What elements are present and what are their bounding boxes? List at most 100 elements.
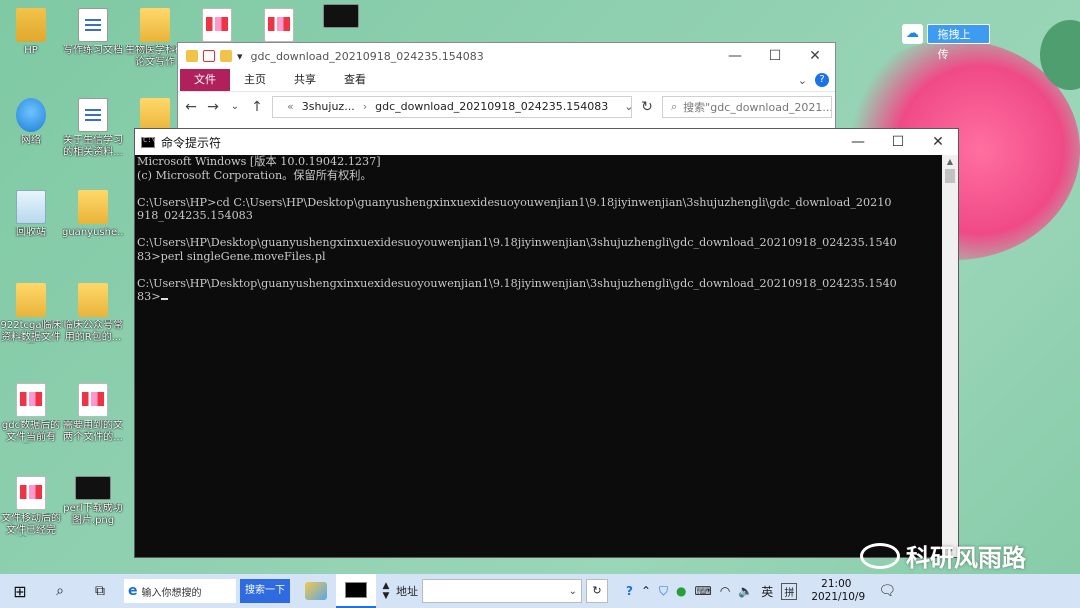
address-input[interactable]: ⌄ <box>422 579 582 603</box>
desktop-icon[interactable]: 922tcga临床资料数据文件夹 <box>0 283 62 344</box>
desktop-icon[interactable] <box>248 8 310 45</box>
breadcrumb-overflow-icon[interactable]: « <box>287 100 294 113</box>
desktop-icon-label: 需要用到的文两个文件的... <box>63 420 123 443</box>
chevron-down-icon[interactable]: ⌄ <box>624 100 633 113</box>
desktop-icon[interactable]: 写作练习文档 <box>62 8 124 57</box>
cmd-icon <box>141 136 156 148</box>
minimize-button[interactable]: — <box>838 134 878 150</box>
console-line: C:\Users\HP>cd C:\Users\HP\Desktop\guany… <box>137 196 940 210</box>
search-icon: ⌕ <box>671 99 678 113</box>
browser-search-input[interactable]: e 输入你想搜的 <box>124 579 236 603</box>
desktop-icon[interactable]: 需要用到的文两个文件的... <box>62 383 124 444</box>
help-icon[interactable]: ? <box>815 73 829 87</box>
recent-dropdown-icon[interactable]: ⌄ <box>228 101 242 112</box>
clock-time: 21:00 <box>821 578 852 590</box>
new-folder-icon[interactable] <box>220 50 232 62</box>
desktop-icon[interactable]: 临床公众号常用的R包的... <box>62 283 124 344</box>
expand-ribbon-icon[interactable]: ⌄ <box>798 74 807 87</box>
task-view-icon[interactable]: ⧉ <box>80 574 120 608</box>
folder-icon <box>78 190 108 224</box>
shot-icon <box>323 4 359 28</box>
tab-share[interactable]: 共享 <box>280 69 330 91</box>
volume-icon[interactable]: 🔈 <box>738 584 753 598</box>
maximize-button[interactable]: ☐ <box>755 48 795 64</box>
console-line-text: C:\Users\HP\Desktop\guanyushengxinxuexid… <box>137 276 897 290</box>
notification-icon[interactable]: 🗨 <box>867 574 907 608</box>
desktop-icon-label: 922tcga临床资料数据文件夹 <box>0 320 62 343</box>
minimize-button[interactable]: — <box>715 48 755 64</box>
properties-icon[interactable] <box>203 50 215 62</box>
desktop-icon[interactable]: 文件移动后的文件已经完成.p... <box>0 476 62 537</box>
help-icon[interactable]: ? <box>626 584 633 598</box>
pic-icon <box>78 383 108 417</box>
cmd-titlebar[interactable]: 命令提示符 — ☐ ✕ <box>135 129 958 155</box>
close-button[interactable]: ✕ <box>795 48 835 64</box>
wifi-icon[interactable]: ◠ <box>720 584 730 598</box>
desktop-icon-label: 回收站 <box>16 227 46 238</box>
file-explorer-window[interactable]: ▾ gdc_download_20210918_024235.154083 — … <box>177 42 836 142</box>
taskbar: ⊞ ⌕ ⧉ e 输入你想搜的 搜索一下 ▲ ▼ 地址 ⌄ ↻ ? ⌃ ⛉ ● ⌨ … <box>0 574 1080 608</box>
close-button[interactable]: ✕ <box>918 134 958 150</box>
console-line: C:\Users\HP\Desktop\guanyushengxinxuexid… <box>137 236 940 250</box>
cmd-title: 命令提示符 <box>161 135 222 150</box>
breadcrumb-item[interactable]: 3shujuz... <box>302 100 355 113</box>
ime-language[interactable]: 英 <box>761 583 773 600</box>
console-line: 83> <box>137 290 940 304</box>
taskbar-app-paint[interactable] <box>296 574 336 608</box>
cloud-icon: ☁ <box>902 24 923 44</box>
desktop-icon[interactable]: 回收站 <box>0 190 62 239</box>
ie-icon: e <box>128 583 138 599</box>
desktop-icon[interactable]: 网络 <box>0 98 62 147</box>
quick-access-dropdown-icon[interactable]: ▾ <box>237 50 243 63</box>
start-windows-icon[interactable]: ⊞ <box>0 574 40 608</box>
up-arrow-icon[interactable]: ↑ <box>250 99 264 115</box>
command-prompt-window[interactable]: 命令提示符 — ☐ ✕ Microsoft Windows [版本 10.0.1… <box>134 128 959 558</box>
chevron-down-icon[interactable]: ⌄ <box>569 586 577 597</box>
back-arrow-icon[interactable]: ← <box>184 99 198 115</box>
explorer-titlebar[interactable]: ▾ gdc_download_20210918_024235.154083 — … <box>178 43 835 69</box>
bin-icon <box>16 190 46 224</box>
console-line: Microsoft Windows [版本 10.0.19042.1237] <box>137 155 940 169</box>
search-icon[interactable]: ⌕ <box>40 574 80 608</box>
tab-view[interactable]: 查看 <box>330 69 380 91</box>
address-bar[interactable]: « 3shujuz... › gdc_download_20210918_024… <box>272 95 634 118</box>
tab-home[interactable]: 主页 <box>230 69 280 91</box>
keyboard-icon[interactable]: ⌨ <box>695 584 712 598</box>
desktop-icon[interactable]: HP <box>0 8 62 57</box>
forward-arrow-icon[interactable]: → <box>206 99 220 115</box>
security-app-icon[interactable]: ● <box>676 584 686 598</box>
maximize-button[interactable]: ☐ <box>878 134 918 150</box>
search-go-button[interactable]: 搜索一下 <box>240 579 290 603</box>
scrollbar-thumb[interactable] <box>945 169 955 183</box>
upload-widget[interactable]: ☁ 拖拽上传 <box>902 24 990 61</box>
taskbar-app-cmd[interactable] <box>336 574 376 608</box>
desktop-icon[interactable]: perl下载成功图片.png <box>62 476 124 527</box>
desktop-icon[interactable] <box>186 8 248 45</box>
breadcrumb-item[interactable]: gdc_download_20210918_024235.154083 <box>375 100 608 113</box>
desktop-icon[interactable]: gdc数据后的文件当前有文... <box>0 383 62 444</box>
console-line-text: C:\Users\HP>cd C:\Users\HP\Desktop\guany… <box>137 195 892 209</box>
refresh-icon[interactable]: ↻ <box>640 99 654 115</box>
chevron-right-icon: › <box>362 100 368 113</box>
desktop-icon-label: HP <box>24 45 38 56</box>
system-clock[interactable]: 21:00 2021/10/9 <box>811 578 865 604</box>
desktop-icon[interactable]: 关于生信学习的相关资料... <box>62 98 124 159</box>
desktop-icon[interactable]: guanyushe... <box>62 190 124 239</box>
desktop-icon[interactable] <box>310 4 372 31</box>
show-hidden-icons-icon[interactable]: ⌃ <box>641 584 651 598</box>
user-icon <box>16 8 46 42</box>
toolbar-scroll-icon[interactable]: ▲ ▼ <box>376 574 396 608</box>
desktop-icon-label: perl下载成功图片.png <box>63 503 123 526</box>
search-input[interactable]: ⌕ 搜索"gdc_download_2021... <box>662 95 832 118</box>
console-output[interactable]: Microsoft Windows [版本 10.0.19042.1237] (c… <box>135 155 942 557</box>
address-toolbar: 地址 ⌄ ↻ <box>396 579 608 603</box>
ime-mode[interactable]: 拼 <box>781 582 798 600</box>
shield-icon[interactable]: ⛉ <box>659 584 668 599</box>
refresh-icon[interactable]: ↻ <box>586 579 608 603</box>
tab-file[interactable]: 文件 <box>180 69 230 91</box>
desktop-icon-label: 关于生信学习的相关资料... <box>63 135 123 158</box>
console-line: (c) Microsoft Corporation。保留所有权利。 <box>137 169 940 183</box>
upload-button[interactable]: 拖拽上传 <box>926 24 990 61</box>
vertical-scrollbar[interactable]: ▲ ▼ <box>942 155 958 557</box>
scroll-up-arrow-icon[interactable]: ▲ <box>942 157 958 166</box>
